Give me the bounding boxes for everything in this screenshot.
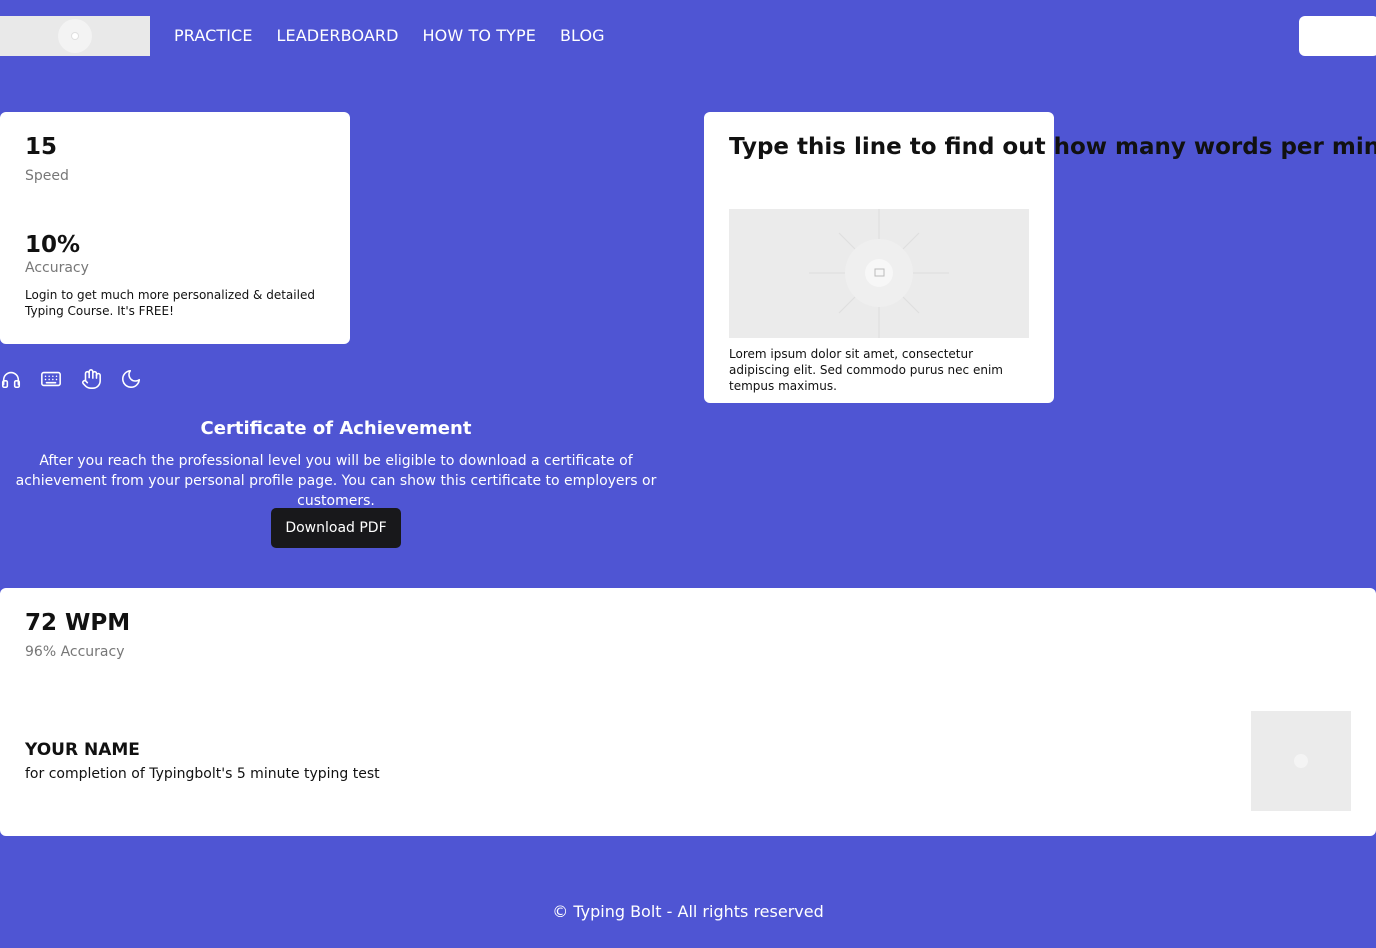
footer-copyright: © Typing Bolt - All rights reserved [552, 902, 824, 921]
certificate-title: Certificate of Achievement [200, 418, 472, 439]
page: PRACTICE LEADERBOARD HOW TO TYPE BLOG 15… [0, 0, 1376, 948]
typing-line-caption: Lorem ipsum dolor sit amet, consectetur … [729, 347, 1003, 393]
result-accuracy: 96% Accuracy [25, 644, 125, 660]
typing-line-card: Type this line to find out how many word… [704, 112, 1376, 403]
certificate-section: Certificate of Achievement After you rea… [0, 418, 672, 548]
logo-icon [58, 19, 92, 53]
image-placeholder-icon [1294, 754, 1308, 768]
accuracy-label: Accuracy [25, 260, 89, 276]
keyboard-icon[interactable] [40, 368, 62, 390]
login-note: Login to get much more personalized & de… [25, 288, 315, 318]
image-placeholder-icon [809, 209, 949, 338]
certificate-preview-card: 72 WPM 96% Accuracy YOUR NAME for comple… [0, 588, 1376, 836]
image-placeholder [729, 209, 1029, 338]
speed-label: Speed [25, 168, 69, 184]
result-wpm: 72 WPM [25, 610, 131, 636]
result-completion: for completion of Typingbolt's 5 minute … [25, 766, 380, 782]
typing-line-title: Type this line to find out how many word… [729, 134, 1376, 160]
headphones-icon[interactable] [0, 368, 22, 390]
speed-value: 15 [25, 134, 58, 160]
accuracy-value: 10% [25, 232, 81, 258]
toolbar-icons [0, 368, 142, 390]
download-pdf-button[interactable]: Download PDF [271, 508, 401, 548]
result-name: YOUR NAME [25, 740, 140, 760]
certificate-image-placeholder [1251, 711, 1351, 811]
header-action-button[interactable] [1299, 16, 1376, 56]
nav-blog[interactable]: BLOG [560, 26, 605, 45]
logo[interactable] [0, 16, 150, 56]
main-nav: PRACTICE LEADERBOARD HOW TO TYPE BLOG [174, 26, 605, 45]
nav-how-to-type[interactable]: HOW TO TYPE [423, 26, 536, 45]
moon-icon[interactable] [120, 368, 142, 390]
stats-card: 15 Speed 10% Accuracy Login to get much … [0, 112, 350, 344]
nav-practice[interactable]: PRACTICE [174, 26, 253, 45]
hand-icon[interactable] [80, 368, 102, 390]
certificate-text: After you reach the professional level y… [15, 453, 657, 509]
nav-leaderboard[interactable]: LEADERBOARD [277, 26, 399, 45]
